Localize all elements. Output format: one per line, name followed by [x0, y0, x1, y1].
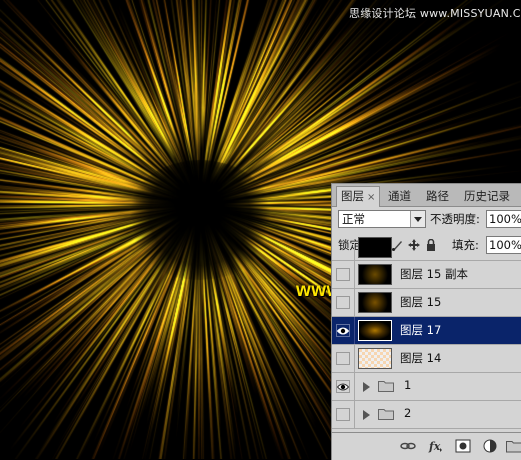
tab-layers[interactable]: 图层 × [336, 186, 381, 207]
layer-thumbnail [358, 292, 392, 313]
layers-list: 图层 15 副本 图层 15 图层 17 图层 14 1 2 [332, 237, 521, 433]
expand-arrow-icon[interactable] [363, 382, 370, 392]
site-watermark: 思缘设计论坛 www.MISSYUAN.COM [349, 7, 521, 20]
layer-name[interactable]: 图层 15 [400, 294, 441, 310]
tab-paths[interactable]: 路径 [422, 187, 453, 205]
close-icon[interactable]: × [367, 192, 375, 203]
blend-mode-value: 正常 [342, 212, 365, 226]
opacity-label: 不透明度: [430, 212, 480, 226]
visibility-toggle[interactable] [336, 380, 350, 393]
layer-thumbnail [358, 320, 392, 341]
eye-icon [337, 327, 349, 335]
layer-row[interactable]: 图层 15 副本 [332, 261, 521, 289]
visibility-toggle[interactable] [336, 352, 350, 365]
folder-icon [378, 409, 394, 420]
layer-thumbnail [358, 264, 392, 285]
panel-tabs: 图层 × 通道 路径 历史记录 [332, 184, 521, 207]
group-row[interactable]: 2 [332, 401, 521, 429]
layer-row[interactable]: 图层 14 [332, 345, 521, 373]
visibility-toggle[interactable] [336, 324, 350, 337]
panel-footer: fx [332, 432, 521, 460]
opacity-input[interactable]: 100% [486, 210, 521, 228]
eye-icon [337, 383, 349, 391]
layer-name[interactable]: 图层 15 副本 [400, 266, 468, 282]
visibility-toggle[interactable] [336, 268, 350, 281]
layers-panel: 图层 × 通道 路径 历史记录 正常 不透明度: 100% 锁定: 填充: 100… [331, 183, 521, 460]
layer-name[interactable]: 图层 17 [400, 322, 441, 338]
layer-row[interactable]: 图层 15 [332, 289, 521, 317]
layer-name[interactable]: 图层 14 [400, 350, 441, 366]
layer-row-partial[interactable] [332, 237, 521, 270]
layer-row-selected[interactable]: 图层 17 [332, 317, 521, 345]
group-row[interactable]: 1 [332, 373, 521, 401]
svg-text:fx: fx [428, 440, 441, 453]
layer-thumbnail [358, 237, 392, 258]
folder-icon [378, 381, 394, 392]
new-group-icon[interactable] [506, 439, 521, 453]
blend-mode-select[interactable]: 正常 [338, 210, 426, 228]
tab-layers-label: 图层 [341, 189, 364, 203]
expand-arrow-icon[interactable] [363, 410, 370, 420]
visibility-toggle[interactable] [336, 296, 350, 309]
fx-icon[interactable]: fx [428, 439, 444, 453]
mask-icon[interactable] [455, 439, 471, 453]
tab-history[interactable]: 历史记录 [460, 187, 514, 205]
adjustment-icon[interactable] [482, 439, 498, 453]
group-name[interactable]: 2 [404, 406, 411, 420]
group-name[interactable]: 1 [404, 378, 411, 392]
chevron-down-icon[interactable] [410, 211, 425, 227]
layer-thumbnail [358, 348, 392, 369]
visibility-toggle[interactable] [336, 408, 350, 421]
link-icon[interactable] [400, 439, 416, 453]
tab-channels[interactable]: 通道 [384, 187, 415, 205]
